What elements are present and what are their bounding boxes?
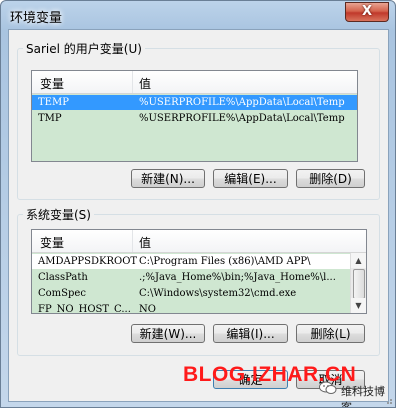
system-new-button[interactable]: 新建(W)... [131, 324, 205, 343]
list-row-tmp[interactable]: TMP %USERPROFILE%\AppData\Local\Temp [32, 111, 357, 126]
user-col-variable[interactable]: 变量 [40, 75, 64, 92]
user-list-header: 变量 值 [32, 71, 357, 94]
row-variable-name: TEMP [38, 97, 69, 108]
scroll-down-arrow-icon[interactable]: ▼ [351, 298, 366, 313]
user-list-body: TEMP %USERPROFILE%\AppData\Local\Temp TM… [32, 94, 357, 161]
list-row-classpath[interactable]: ClassPath .;%Java_Home%\bin;%Java_Home%\… [32, 270, 350, 285]
list-row-comspec[interactable]: ComSpec C:\Windows\system32\cmd.exe [32, 286, 350, 301]
row-variable-value: %USERPROFILE%\AppData\Local\Temp [139, 97, 345, 108]
wechat-icon [319, 381, 337, 394]
row-variable-value: C:\Windows\system32\cmd.exe [139, 288, 297, 299]
system-delete-button[interactable]: 删除(L) [296, 324, 365, 343]
system-edit-button[interactable]: 编辑(I)... [213, 324, 288, 343]
scroll-thumb[interactable] [353, 269, 365, 299]
user-delete-button[interactable]: 删除(D) [296, 169, 365, 188]
dialog-client-area: Sariel 的用户变量(U) 变量 值 TEMP %USERPROFILE%\… [8, 29, 389, 402]
list-row-fp-no-host[interactable]: FP_NO_HOST_C... NO [32, 302, 350, 314]
system-list-body: AMDAPPSDKROOT C:\Program Files (x86)\AMD… [32, 253, 350, 313]
row-variable-value: C:\Program Files (x86)\AMD APP\ [139, 256, 311, 267]
scroll-up-arrow-icon[interactable]: ▲ [351, 253, 366, 268]
title-bar[interactable]: 环境变量 X [1, 1, 395, 29]
user-variables-label: Sariel 的用户变量(U) [23, 40, 145, 57]
row-variable-value: .;%Java_Home%\bin;%Java_Home%\l... [139, 272, 336, 283]
user-edit-button[interactable]: 编辑(E)... [213, 169, 288, 188]
row-variable-name: FP_NO_HOST_C... [38, 304, 131, 314]
row-variable-name: TMP [38, 113, 62, 124]
window-title: 环境变量 [10, 11, 63, 26]
system-list-scrollbar[interactable]: ▲ ▼ [350, 253, 366, 313]
user-new-button[interactable]: 新建(N)... [131, 169, 205, 188]
list-row-temp[interactable]: TEMP %USERPROFILE%\AppData\Local\Temp [32, 95, 357, 110]
user-variables-list[interactable]: 变量 值 TEMP %USERPROFILE%\AppData\Local\Te… [31, 70, 358, 162]
close-button[interactable]: X [345, 2, 389, 22]
list-row-amdappsdkroot[interactable]: AMDAPPSDKROOT C:\Program Files (x86)\AMD… [32, 254, 350, 269]
row-variable-name: ClassPath [38, 272, 88, 283]
system-variables-list[interactable]: 变量 值 AMDAPPSDKROOT C:\Program Files (x86… [31, 229, 367, 314]
system-variables-label: 系统变量(S) [23, 206, 94, 223]
row-variable-value: NO [139, 304, 156, 314]
system-col-value[interactable]: 值 [139, 234, 151, 251]
system-col-variable[interactable]: 变量 [40, 234, 64, 251]
row-variable-value: %USERPROFILE%\AppData\Local\Temp [139, 113, 345, 124]
user-col-value[interactable]: 值 [139, 75, 151, 92]
row-variable-name: AMDAPPSDKROOT [38, 256, 138, 267]
system-list-header: 变量 值 [32, 230, 366, 253]
row-variable-name: ComSpec [38, 288, 86, 299]
environment-variables-window: 环境变量 X Sariel 的用户变量(U) 变量 值 TEMP %USERPR… [0, 0, 396, 408]
resize-grip-icon[interactable] [383, 395, 393, 405]
